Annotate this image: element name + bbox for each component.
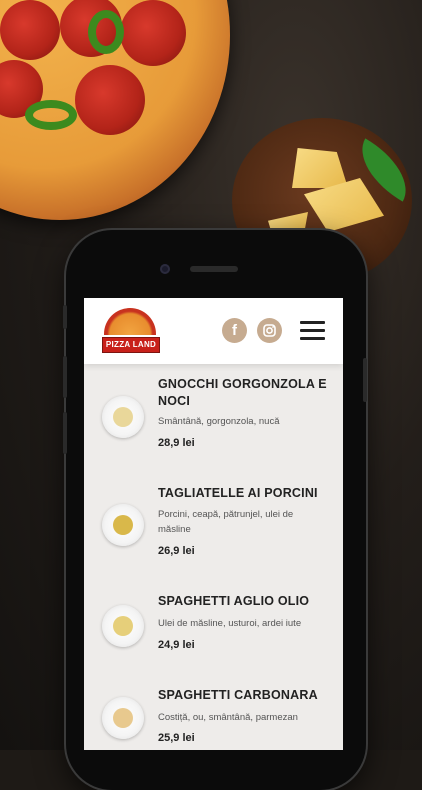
hamburger-menu-icon[interactable]: [300, 321, 325, 340]
pizza-image: [0, 0, 230, 220]
menu-item[interactable]: SPAGHETTI AGLIO OLIO Ulei de măsline, us…: [84, 584, 343, 679]
menu-list[interactable]: GNOCCHI GORGONZOLA E NOCI Smântână, gorg…: [84, 364, 343, 750]
logo-text: PIZZA LAND: [102, 337, 160, 353]
phone-power-button: [363, 358, 367, 402]
dish-description: Smântână, gorgonzola, nucă: [158, 416, 280, 427]
dish-name: SPAGHETTI CARBONARA: [158, 688, 318, 702]
dish-name: TAGLIATELLE AI PORCINI: [158, 486, 318, 500]
dish-image: [102, 697, 144, 739]
menu-item[interactable]: SPAGHETTI CARBONARA Costiță, ou, smântân…: [84, 679, 343, 750]
instagram-icon[interactable]: [257, 318, 282, 343]
dish-description: Costiță, ou, smântână, parmezan: [158, 712, 298, 723]
dish-description: Porcini, ceapă, pătrunjel, ulei de măsli…: [158, 509, 294, 535]
app-header: PIZZA LAND f: [84, 298, 343, 364]
dish-name: GNOCCHI GORGONZOLA E NOCI: [158, 377, 327, 408]
dish-price: 25,9 lei: [158, 732, 195, 744]
app-screen: PIZZA LAND f GNOCCHI GORGONZOLA E NOCI S…: [84, 298, 343, 750]
phone-camera: [160, 264, 170, 274]
phone-volume-up: [63, 356, 67, 398]
dish-price: 26,9 lei: [158, 545, 195, 557]
dish-image: [102, 396, 144, 438]
dish-name: SPAGHETTI AGLIO OLIO: [158, 594, 310, 608]
phone-volume-down: [63, 412, 67, 454]
phone-mute-switch: [63, 305, 67, 329]
dish-price: 28,9 lei: [158, 437, 195, 449]
dish-price: 24,9 lei: [158, 639, 195, 651]
dish-image: [102, 504, 144, 546]
phone-speaker: [190, 266, 238, 272]
dish-description: Ulei de măsline, usturoi, ardei iute: [158, 618, 302, 629]
facebook-icon[interactable]: f: [222, 318, 247, 343]
menu-item[interactable]: TAGLIATELLE AI PORCINI Porcini, ceapă, p…: [84, 474, 343, 584]
dish-image: [102, 605, 144, 647]
pizza-land-logo[interactable]: PIZZA LAND: [102, 308, 160, 353]
menu-item[interactable]: GNOCCHI GORGONZOLA E NOCI Smântână, gorg…: [84, 364, 343, 474]
